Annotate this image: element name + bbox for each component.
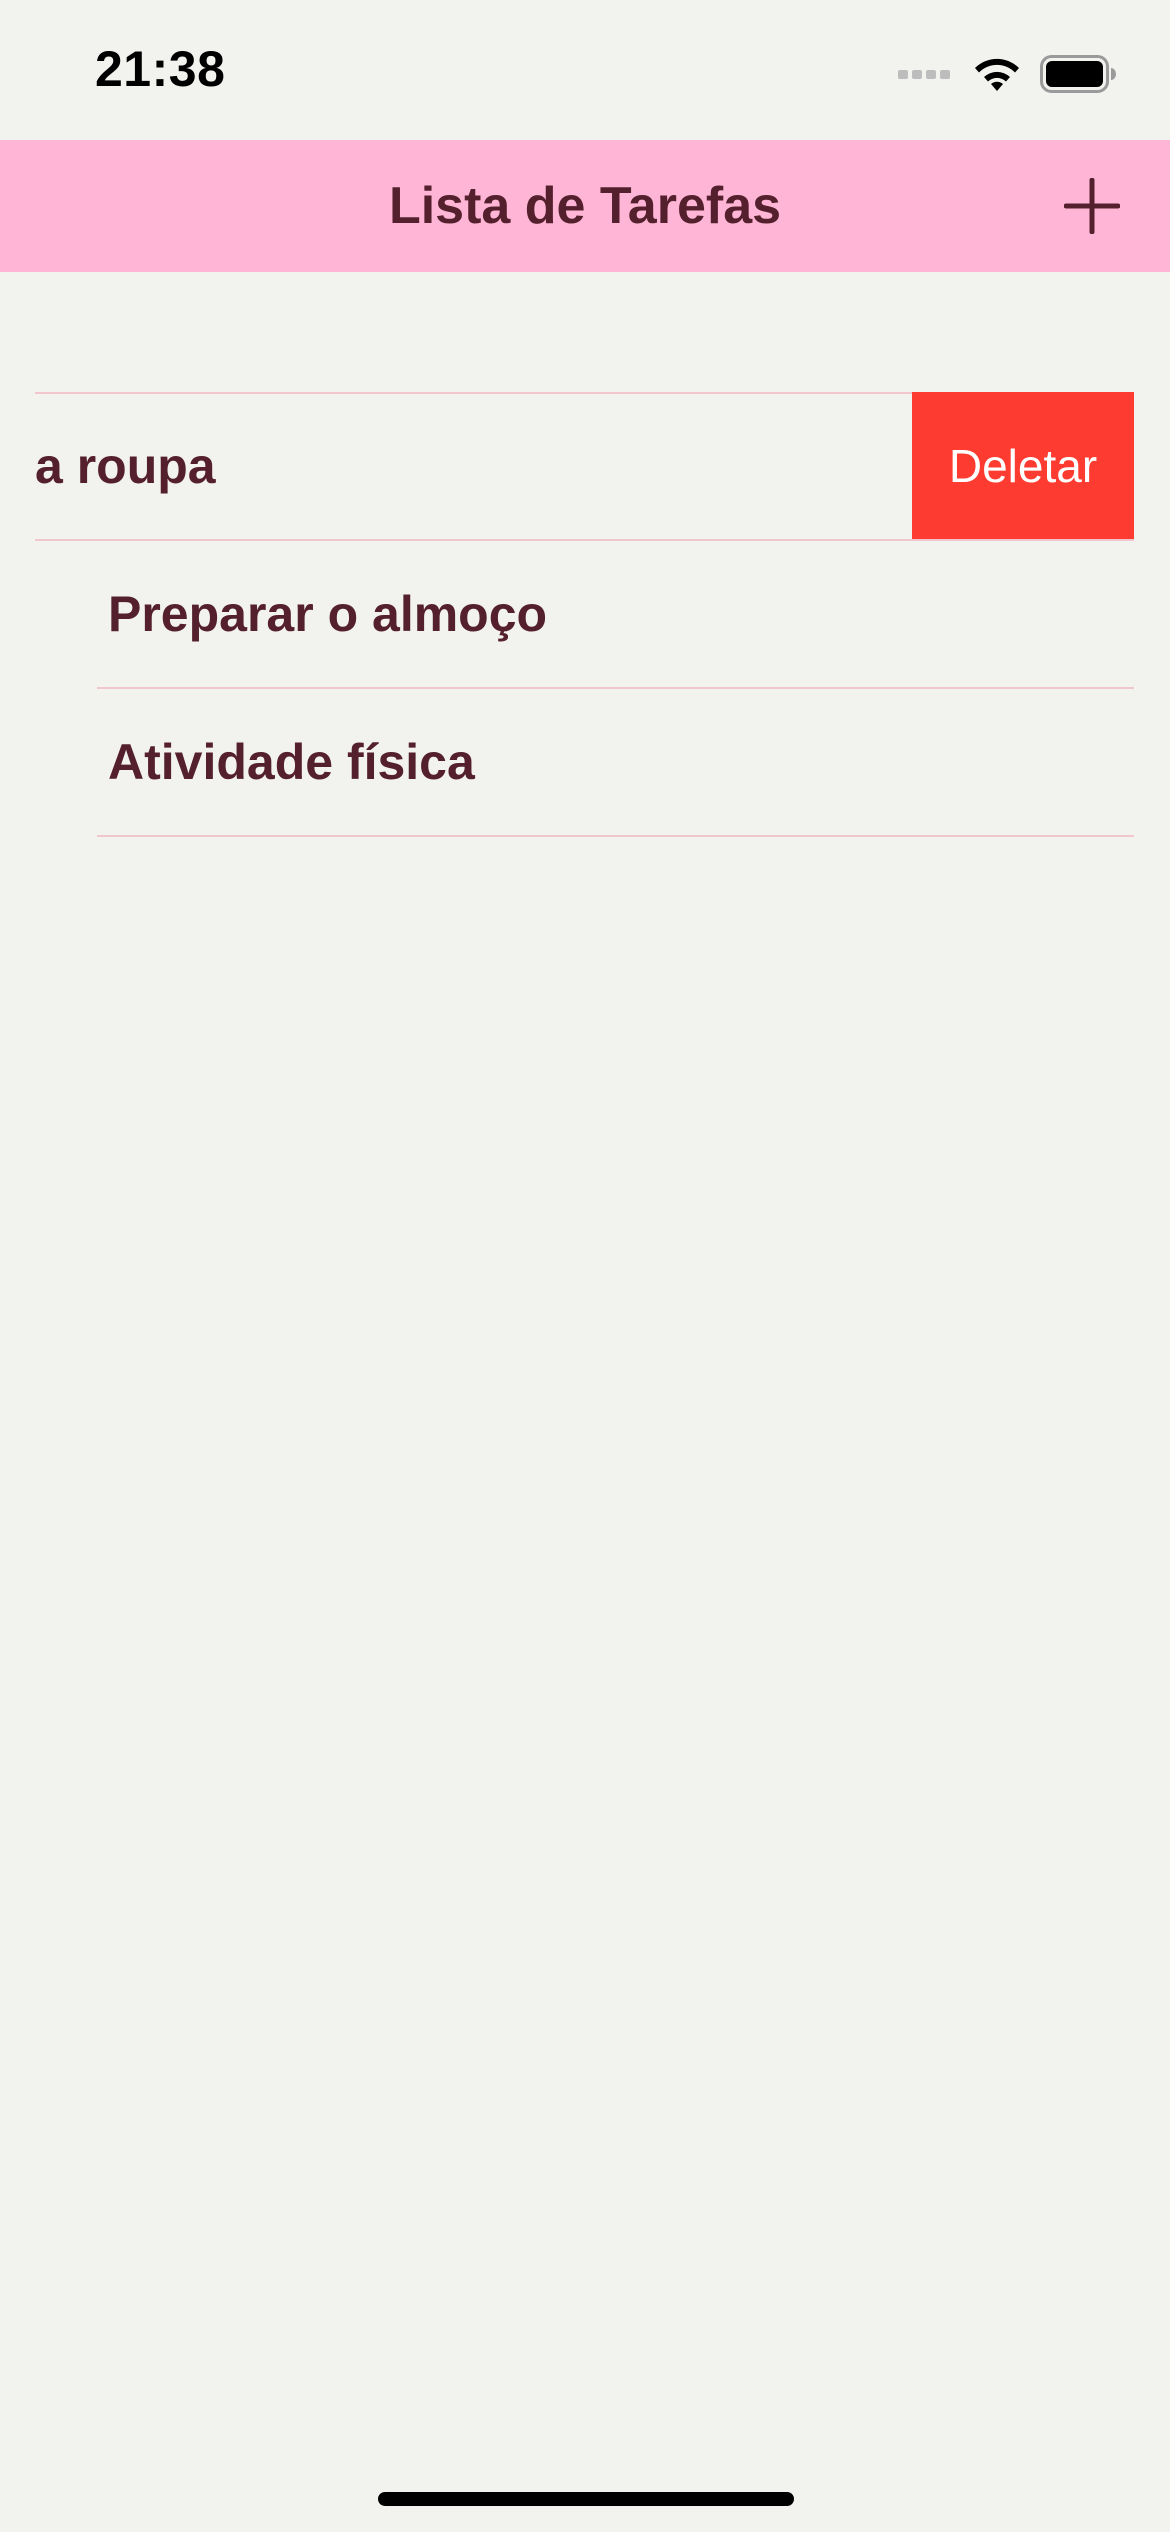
task-label: Atividade física xyxy=(108,734,475,790)
table-row[interactable]: Preparar o almoço xyxy=(0,540,1170,689)
swiped-row-content[interactable]: a roupa xyxy=(35,392,912,540)
cellular-signal-icon xyxy=(898,70,950,79)
delete-button[interactable]: Deletar xyxy=(912,392,1134,540)
page-title: Lista de Tarefas xyxy=(388,177,782,235)
task-label: a roupa xyxy=(35,438,216,494)
add-task-button[interactable] xyxy=(1063,177,1121,235)
task-label: Preparar o almoço xyxy=(108,586,548,642)
table-row[interactable]: Atividade física xyxy=(0,688,1170,837)
wifi-icon xyxy=(975,58,1019,91)
table-row[interactable]: a roupa Deletar xyxy=(0,392,1170,541)
status-icons xyxy=(898,52,1116,96)
task-list: a roupa Deletar Preparar o almoço Ativid… xyxy=(0,392,1170,837)
battery-icon xyxy=(1040,55,1116,93)
plus-icon xyxy=(1063,177,1121,235)
status-time: 21:38 xyxy=(95,41,226,97)
status-bar: 21:38 xyxy=(0,0,1170,140)
home-indicator[interactable] xyxy=(378,2492,794,2506)
nav-bar: Lista de Tarefas xyxy=(0,140,1170,272)
row-separator xyxy=(97,835,1134,837)
